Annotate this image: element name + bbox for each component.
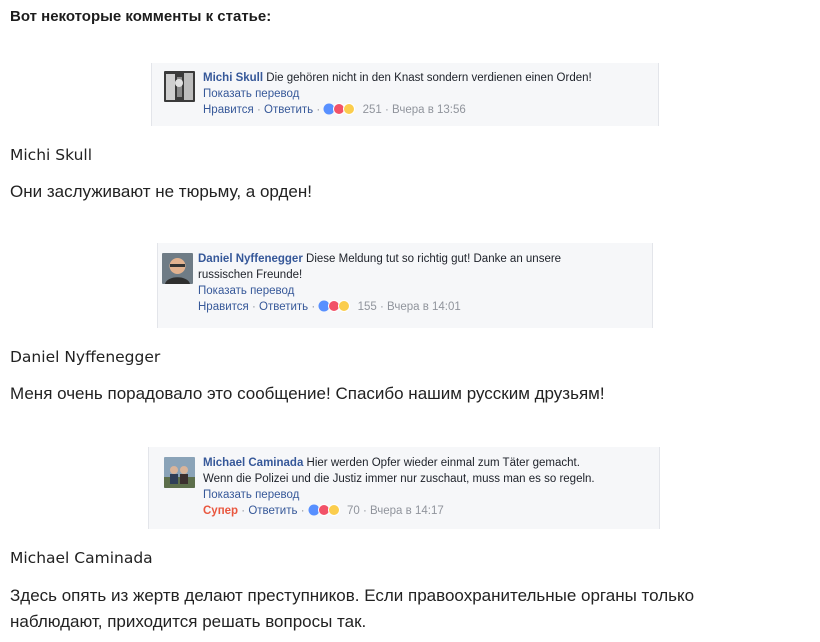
- love-icon: [333, 102, 346, 115]
- separator: ·: [362, 505, 367, 517]
- separator: ·: [251, 301, 256, 313]
- reactions-icon[interactable]: [308, 503, 344, 516]
- show-translation-link[interactable]: Показать перевод: [203, 487, 595, 503]
- love-icon: [328, 299, 341, 312]
- comment-author[interactable]: Daniel Nyffenegger: [198, 253, 303, 265]
- page-heading: Вот некоторые комменты к статье:: [10, 8, 272, 25]
- separator: ·: [385, 104, 389, 116]
- caption-translation: Меня очень порадовало это сообщение! Спа…: [10, 384, 605, 403]
- separator: ·: [316, 104, 321, 116]
- show-translation-link[interactable]: Показать перевод: [203, 86, 592, 102]
- separator: ·: [241, 505, 246, 517]
- comment-body: Daniel Nyffenegger Diese Meldung tut so …: [198, 251, 561, 315]
- comment-author[interactable]: Michi Skull: [203, 72, 263, 84]
- comment-actions: Супер · Ответить · 70 · Вчера в 14:17: [203, 503, 595, 519]
- haha-icon: [343, 102, 356, 115]
- love-icon: [317, 503, 330, 516]
- comment-screenshot-3: Michael Caminada Hier werden Opfer wiede…: [148, 447, 660, 529]
- comment-author[interactable]: Michael Caminada: [203, 457, 303, 469]
- comment-time[interactable]: Вчера в 14:01: [387, 301, 461, 313]
- reactions-icon[interactable]: [323, 102, 359, 115]
- haha-icon: [338, 299, 351, 312]
- caption-name: Daniel Nyffenegger: [10, 348, 161, 366]
- like-link[interactable]: Нравится: [203, 104, 254, 116]
- comment-screenshot-1: Michi Skull Die gehören nicht in den Kna…: [151, 63, 659, 126]
- reaction-count[interactable]: 70: [347, 505, 360, 517]
- comment-screenshot-2: Daniel Nyffenegger Diese Meldung tut so …: [157, 243, 653, 328]
- separator: ·: [311, 301, 316, 313]
- comment-text: Hier werden Opfer wieder einmal zum Täte…: [306, 457, 580, 469]
- reply-link[interactable]: Ответить: [264, 104, 313, 116]
- separator: ·: [300, 505, 305, 517]
- comment-text-continued: Wenn die Polizei und die Justiz immer nu…: [203, 473, 595, 485]
- like-icon: [318, 300, 330, 312]
- caption-name: Michael Caminada: [10, 549, 153, 567]
- reaction-count[interactable]: 251: [363, 104, 382, 116]
- like-icon: [323, 103, 335, 115]
- avatar[interactable]: [164, 71, 195, 102]
- caption-translation: Здесь опять из жертв делают преступников…: [10, 586, 695, 631]
- separator: ·: [256, 104, 261, 116]
- like-icon: [308, 504, 320, 516]
- caption-translation: Они заслуживают не тюрьму, а орден!: [10, 182, 312, 201]
- super-reaction-link[interactable]: Супер: [203, 505, 238, 517]
- comment-text-continued: russischen Freunde!: [198, 269, 303, 281]
- avatar[interactable]: [162, 253, 193, 284]
- reply-link[interactable]: Ответить: [259, 301, 308, 313]
- reactions-icon[interactable]: [318, 299, 354, 312]
- comment-body: Michi Skull Die gehören nicht in den Kna…: [203, 70, 592, 118]
- comment-time[interactable]: Вчера в 13:56: [392, 104, 466, 116]
- like-link[interactable]: Нравится: [198, 301, 249, 313]
- show-translation-link[interactable]: Показать перевод: [198, 283, 561, 299]
- reply-link[interactable]: Ответить: [248, 505, 297, 517]
- comment-body: Michael Caminada Hier werden Opfer wiede…: [203, 455, 595, 519]
- separator: ·: [380, 301, 384, 313]
- comment-text: Diese Meldung tut so richtig gut! Danke …: [306, 253, 562, 265]
- comment-time[interactable]: Вчера в 14:17: [370, 505, 444, 517]
- avatar[interactable]: [164, 457, 195, 488]
- comment-actions: Нравится · Ответить · 251 · Вчера в 13:5…: [203, 102, 592, 118]
- haha-icon: [327, 503, 340, 516]
- comment-text: Die gehören nicht in den Knast sondern v…: [266, 72, 592, 84]
- comment-actions: Нравится · Ответить · 155 · Вчера в 14:0…: [198, 299, 561, 315]
- caption-name: Michi Skull: [10, 146, 93, 164]
- reaction-count[interactable]: 155: [358, 301, 377, 313]
